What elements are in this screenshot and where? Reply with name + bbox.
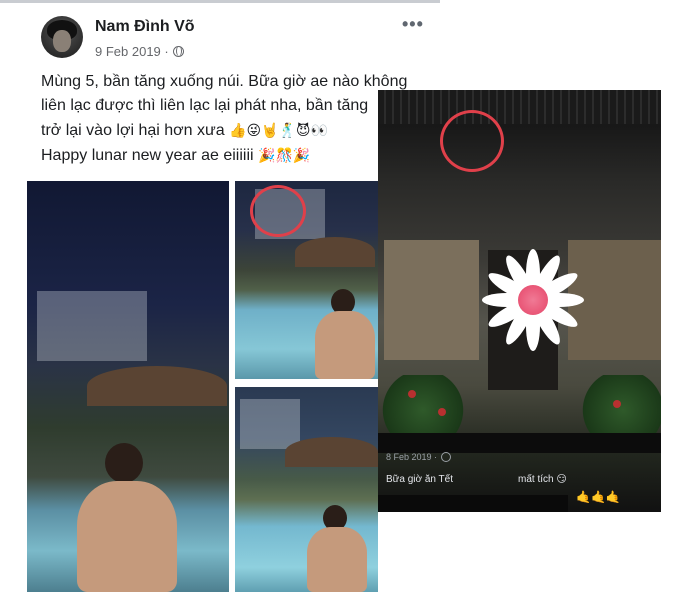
story-wall-left	[384, 240, 479, 360]
post-line-3: trở lại vào lợi hại hơn xưa 👍😜🤘🕺😈👀	[41, 118, 433, 143]
photo-pool-night-large[interactable]	[27, 181, 229, 592]
story-meta: 8 Feb 2019 ·	[386, 452, 452, 462]
story-caption: Bữa giờ ăn Tết	[386, 474, 453, 485]
photo-pool-night-bottom[interactable]	[235, 387, 378, 592]
facebook-post: Nam Đình Võ 9 Feb 2019 · ••• Mùng 5, bần…	[0, 0, 440, 602]
photo-person-body	[315, 311, 375, 379]
photo-building	[37, 291, 147, 361]
globe-icon	[172, 46, 184, 57]
redaction-bar	[378, 495, 568, 512]
post-text: Mùng 5, bần tăng xuống núi. Bữa giờ ae n…	[41, 70, 433, 168]
story-screenshot[interactable]: 8 Feb 2019 · Bữa giờ ăn Tết mất tích 😏 🤙…	[378, 90, 661, 512]
highlight-circle	[440, 110, 504, 172]
post-line-4-text: Happy lunar new year ae eiiiiii	[41, 147, 254, 164]
post-line-3-emoji: 👍😜🤘🕺😈👀	[229, 122, 328, 138]
globe-icon	[441, 452, 452, 462]
photo-pool-night-top[interactable]	[235, 181, 378, 379]
author-name[interactable]: Nam Đình Võ	[95, 18, 195, 36]
post-line-4: Happy lunar new year ae eiiiiii 🎉🎊🎉	[41, 143, 433, 168]
story-caption-right: mất tích 😏	[518, 474, 567, 485]
photo-thatched-roof	[87, 366, 227, 406]
post-meta: 9 Feb 2019 ·	[95, 44, 184, 59]
redaction-bar	[378, 433, 661, 453]
story-red-flower	[613, 400, 621, 408]
story-date: 8 Feb 2019 ·	[386, 452, 438, 462]
daisy-center	[518, 285, 548, 315]
post-line-2: liên lạc được thì liên lạc lại phát nha,…	[41, 97, 369, 114]
post-line-3-text: trở lại vào lợi hại hơn xưa	[41, 122, 225, 139]
post-date[interactable]: 9 Feb 2019 ·	[95, 44, 169, 59]
avatar-face	[53, 30, 71, 52]
author-avatar[interactable]	[41, 16, 83, 58]
photo-thatched-roof	[285, 437, 378, 467]
photo-person-head	[105, 443, 143, 483]
story-red-flower	[408, 390, 416, 398]
post-line-1: Mùng 5, bần tăng xuống núi. Bữa giờ ae n…	[41, 73, 408, 90]
story-red-flower	[438, 408, 446, 416]
post-line-4-emoji: 🎉🎊🎉	[258, 147, 311, 163]
story-reaction: 🤙🤙🤙	[576, 490, 621, 504]
photo-building	[240, 399, 300, 449]
highlight-circle	[250, 185, 306, 237]
more-options-icon[interactable]: •••	[402, 14, 424, 35]
photo-person-body	[307, 527, 367, 592]
daisy-sticker	[478, 245, 588, 355]
story-balcony-rail	[378, 90, 661, 124]
photo-thatched-roof	[295, 237, 375, 267]
photo-person-body	[77, 481, 177, 592]
